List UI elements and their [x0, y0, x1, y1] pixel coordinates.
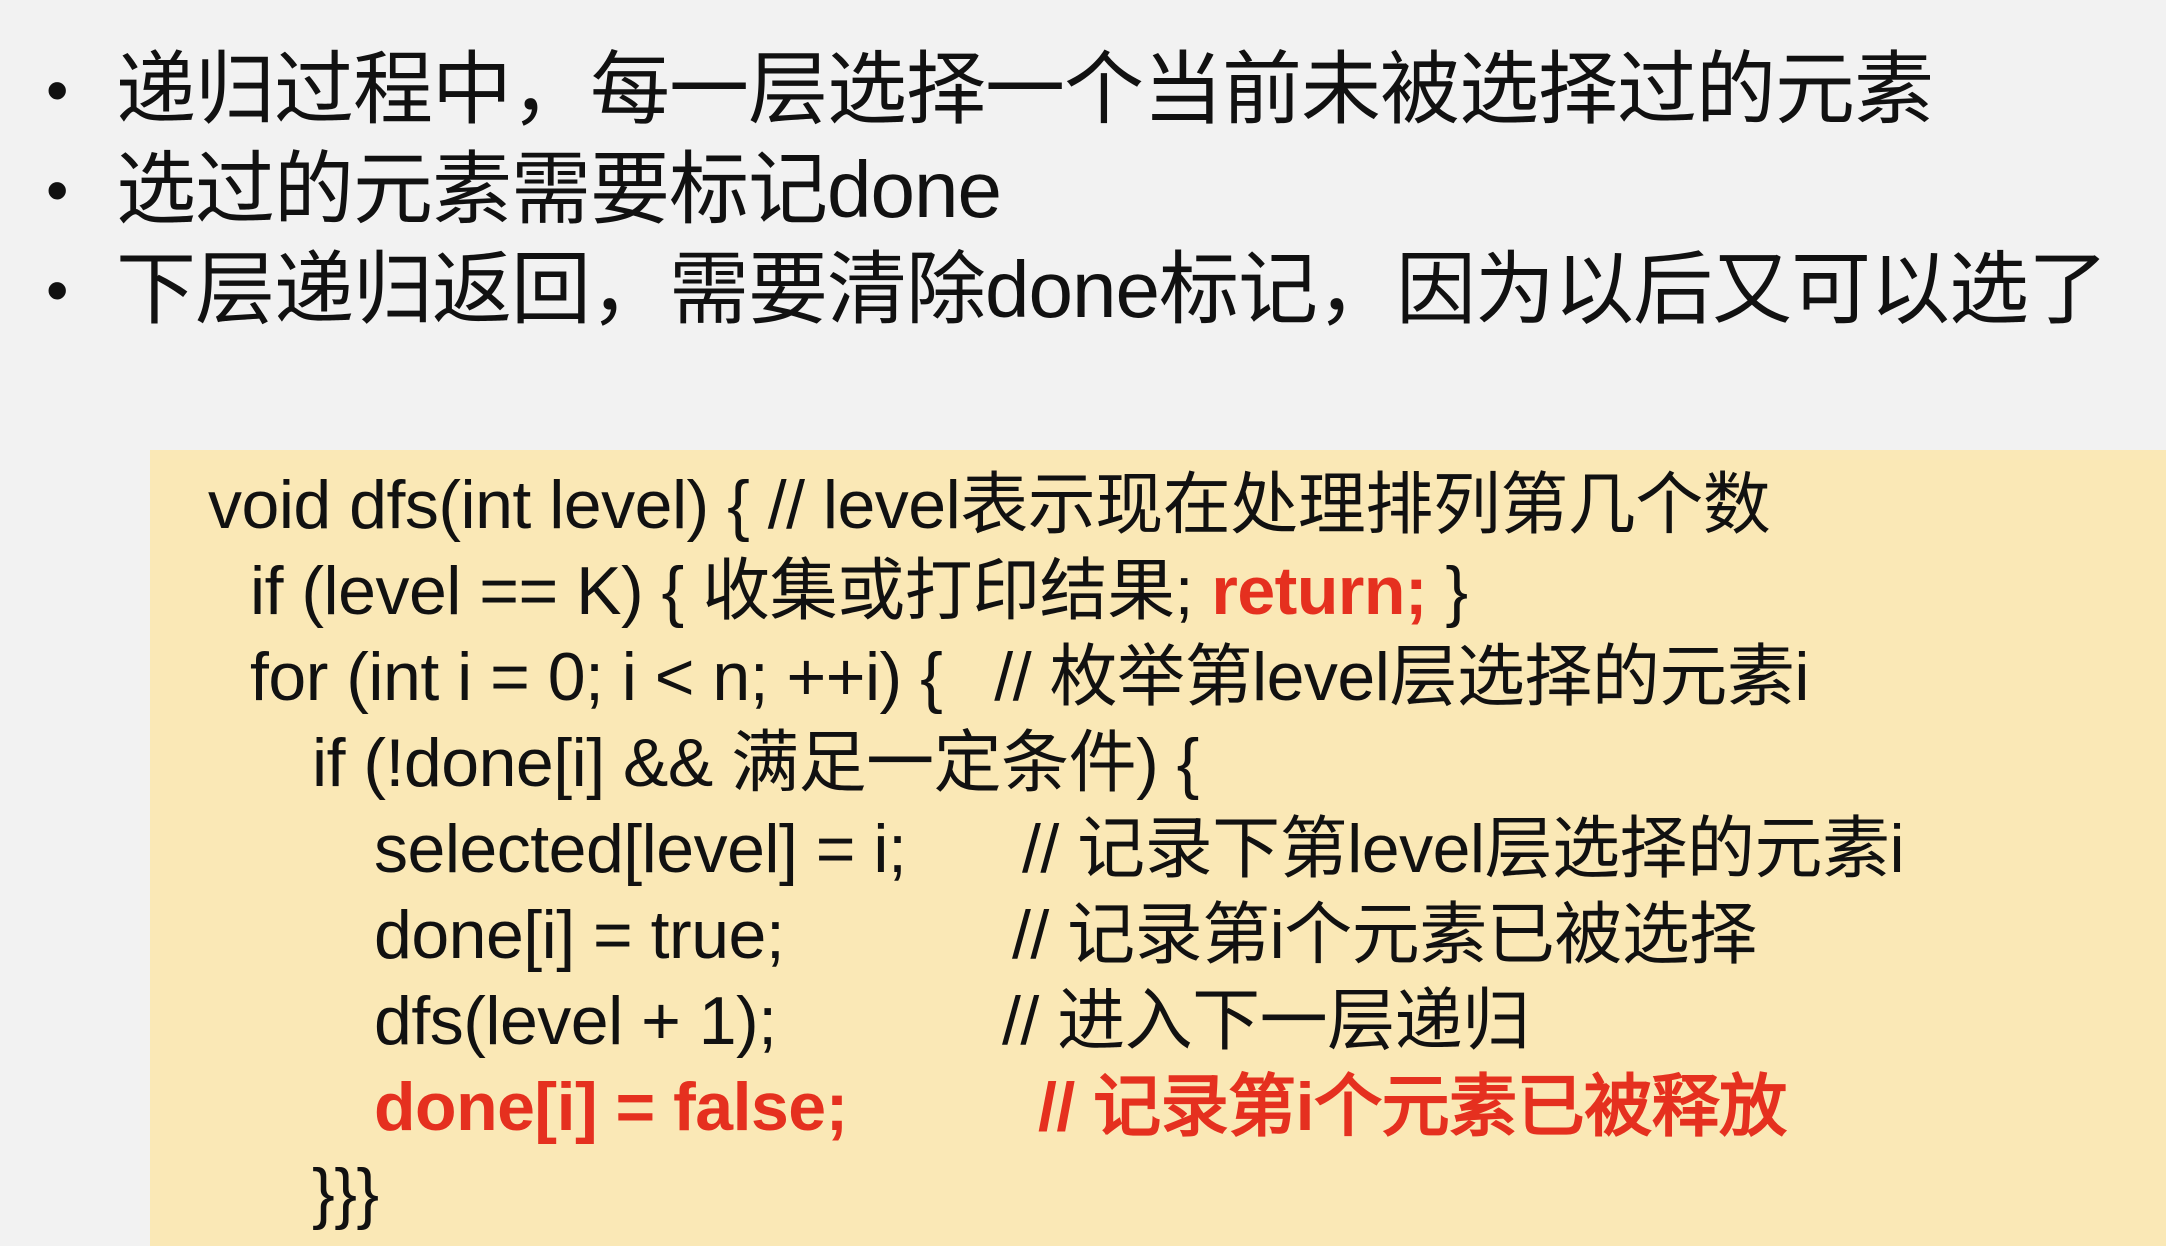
code-line-4: if (!done[i] && 满足一定条件) {: [312, 720, 1199, 806]
code-comment: // 记录第i个元素已被释放: [1038, 1069, 1787, 1145]
code-comment: // 记录下第level层选择的元素i: [1022, 811, 1905, 887]
code-comment: // 记录第i个元素已被选择: [1012, 897, 1757, 973]
code-comment-8: // 记录第i个元素已被释放: [1038, 1064, 1787, 1150]
return-keyword: return;: [1211, 553, 1427, 629]
code-text: }: [1427, 553, 1468, 629]
code-line-1: void dfs(int level) { // level表示现在处理排列第几…: [208, 462, 1771, 548]
code-comment: // 进入下一层递归: [1002, 983, 1530, 1059]
code-line-9: }}}: [312, 1150, 379, 1236]
code-text: void dfs(int level) { // level表示现在处理排列第几…: [208, 467, 1771, 543]
code-text: for (int i = 0; i < n; ++i) {: [250, 639, 943, 715]
code-block: void dfs(int level) { // level表示现在处理排列第几…: [150, 450, 2166, 1246]
code-text: done[i] = false;: [374, 1069, 848, 1145]
bullet-dot-icon: •: [46, 254, 68, 326]
bullet-item: • 递归过程中，每一层选择一个当前未被选择过的元素: [40, 40, 2140, 140]
code-comment-5: // 记录下第level层选择的元素i: [1022, 806, 1905, 892]
code-comment-6: // 记录第i个元素已被选择: [1012, 892, 1757, 978]
code-text: if (level == K) { 收集或打印结果;: [250, 553, 1212, 629]
code-line-3: for (int i = 0; i < n; ++i) { // 枚举第level…: [250, 634, 1809, 720]
code-line-7: dfs(level + 1);: [374, 978, 777, 1064]
code-text: dfs(level + 1);: [374, 983, 777, 1059]
bullet-text: 递归过程中，每一层选择一个当前未被选择过的元素: [116, 45, 1934, 134]
code-text: done[i] = true;: [374, 897, 785, 973]
bullet-list: • 递归过程中，每一层选择一个当前未被选择过的元素 • 选过的元素需要标记don…: [40, 40, 2140, 340]
bullet-text: 选过的元素需要标记done: [116, 145, 1002, 234]
code-line-8: done[i] = false;: [374, 1064, 848, 1150]
code-comment: // 枚举第level层选择的元素i: [994, 639, 1809, 715]
bullet-text: 下层递归返回，需要清除done标记，因为以后又可以选了: [116, 245, 2108, 334]
bullet-item: • 下层递归返回，需要清除done标记，因为以后又可以选了: [40, 240, 2140, 340]
code-line-2: if (level == K) { 收集或打印结果; return; }: [250, 548, 1468, 634]
code-text: if (!done[i] && 满足一定条件) {: [312, 725, 1199, 801]
code-text: selected[level] = i;: [374, 811, 907, 887]
bullet-item: • 选过的元素需要标记done: [40, 140, 2140, 240]
bullet-dot-icon: •: [46, 154, 68, 226]
code-line-5: selected[level] = i;: [374, 806, 907, 892]
bullet-dot-icon: •: [46, 54, 68, 126]
code-line-6: done[i] = true;: [374, 892, 785, 978]
code-comment-7: // 进入下一层递归: [1002, 978, 1530, 1064]
code-text: }}}: [312, 1155, 379, 1231]
